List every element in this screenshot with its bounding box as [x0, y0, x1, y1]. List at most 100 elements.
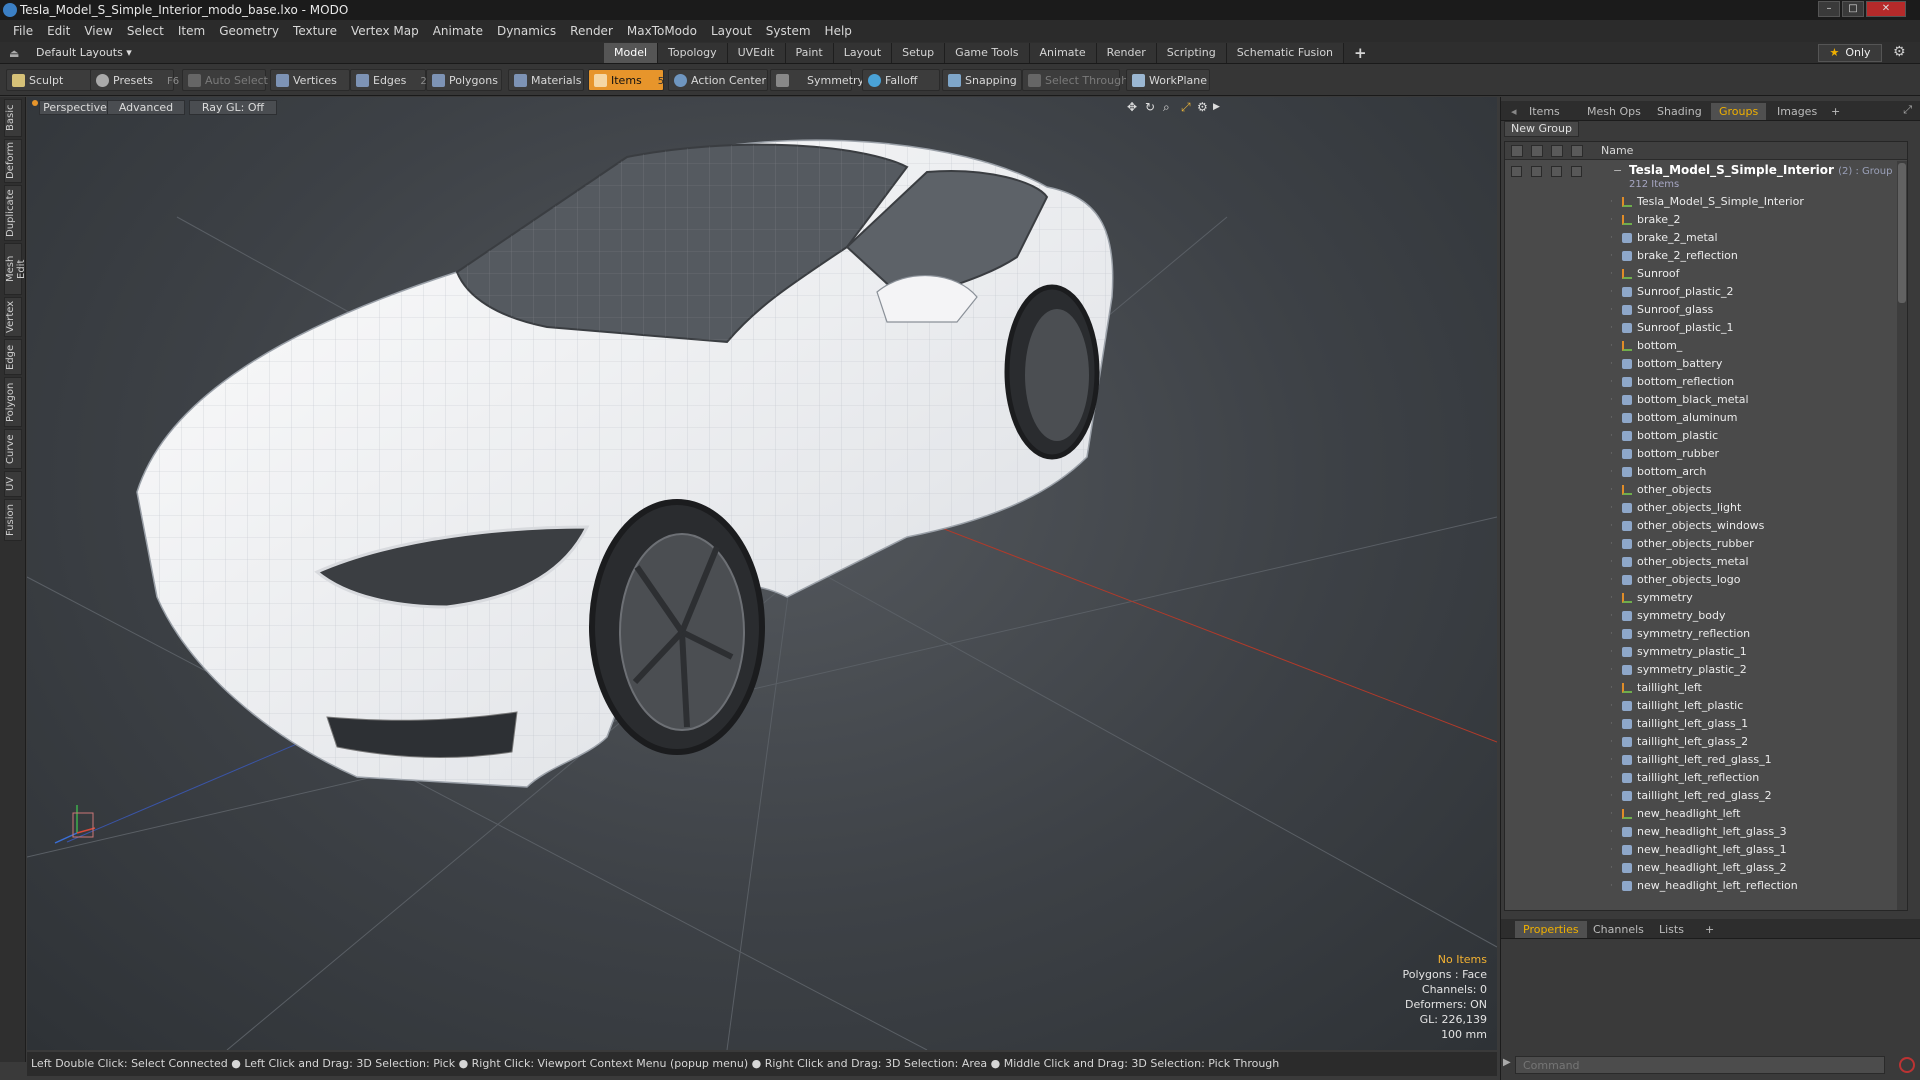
snapping-button[interactable]: Snapping: [942, 69, 1022, 91]
tab-topology[interactable]: Topology: [658, 43, 728, 63]
tree-row[interactable]: · bottom_black_metal: [1505, 391, 1907, 409]
tree-row[interactable]: · taillight_left_glass_2: [1505, 733, 1907, 751]
menu-layout[interactable]: Layout: [704, 24, 759, 38]
command-input[interactable]: [1515, 1056, 1885, 1074]
tree-row[interactable]: · other_objects_rubber: [1505, 535, 1907, 553]
command-arrow-icon[interactable]: ▶: [1503, 1057, 1511, 1068]
panel-tab-images[interactable]: Images: [1769, 103, 1825, 120]
tool-tab-curve[interactable]: Curve: [4, 429, 22, 469]
tree-row[interactable]: · taillight_left_glass_1: [1505, 715, 1907, 733]
tree-row[interactable]: · Sunroof_plastic_2: [1505, 283, 1907, 301]
menu-item[interactable]: Item: [171, 24, 212, 38]
add-tab-button[interactable]: +: [1344, 43, 1377, 63]
panel-tab-shading[interactable]: Shading: [1649, 103, 1710, 120]
stop-icon[interactable]: [1899, 1057, 1915, 1073]
rotate-icon[interactable]: ↻: [1145, 100, 1155, 114]
tab-setup[interactable]: Setup: [892, 43, 946, 63]
workplane-button[interactable]: WorkPlane: [1126, 69, 1210, 91]
tree-row[interactable]: · taillight_left_red_glass_1: [1505, 751, 1907, 769]
tree-row[interactable]: · new_headlight_left: [1505, 805, 1907, 823]
tool-tab-fusion[interactable]: Fusion: [4, 499, 22, 541]
panel-add-tab-button[interactable]: +: [1823, 103, 1848, 120]
tab-model[interactable]: Model: [604, 43, 659, 63]
tree-row[interactable]: · Sunroof: [1505, 265, 1907, 283]
render-toggle-icon[interactable]: [1531, 166, 1542, 177]
pan-icon[interactable]: ✥: [1127, 100, 1137, 114]
tree-row[interactable]: · symmetry: [1505, 589, 1907, 607]
items-button[interactable]: Items 5: [588, 69, 664, 91]
tool-tab-deform[interactable]: Deform: [4, 139, 22, 183]
menu-animate[interactable]: Animate: [426, 24, 490, 38]
tree-row[interactable]: · bottom_plastic: [1505, 427, 1907, 445]
tree-row[interactable]: · new_headlight_left_glass_2: [1505, 859, 1907, 877]
sculpt-button[interactable]: Sculpt: [6, 69, 92, 91]
tree-row[interactable]: · Tesla_Model_S_Simple_Interior: [1505, 193, 1907, 211]
menu-geometry[interactable]: Geometry: [212, 24, 286, 38]
tab-uvedit[interactable]: UVEdit: [727, 43, 786, 63]
tree-row[interactable]: · new_headlight_left_glass_3: [1505, 823, 1907, 841]
falloff-button[interactable]: Falloff: [862, 69, 940, 91]
menu-render[interactable]: Render: [563, 24, 620, 38]
tree-row[interactable]: · other_objects_light: [1505, 499, 1907, 517]
tree-row[interactable]: · bottom_reflection: [1505, 373, 1907, 391]
edges-button[interactable]: Edges 2: [350, 69, 427, 91]
tree-row[interactable]: · other_objects: [1505, 481, 1907, 499]
tree-row[interactable]: · new_headlight_left_glass_1: [1505, 841, 1907, 859]
maximize-button[interactable]: □: [1842, 1, 1864, 17]
only-button[interactable]: ★ Only: [1818, 44, 1882, 62]
tree-row[interactable]: · bottom_: [1505, 337, 1907, 355]
tree-row[interactable]: · symmetry_plastic_1: [1505, 643, 1907, 661]
symmetry-button[interactable]: Symmetry: [770, 69, 864, 91]
view-type-dropdown[interactable]: Perspective: [39, 100, 111, 115]
tree-row[interactable]: · symmetry_plastic_2: [1505, 661, 1907, 679]
tree-scrollbar-thumb[interactable]: [1898, 163, 1906, 303]
menu-vertex-map[interactable]: Vertex Map: [344, 24, 426, 38]
lock-column-icon[interactable]: [1551, 145, 1563, 157]
gear-icon[interactable]: ⚙: [1893, 44, 1906, 60]
presets-button[interactable]: Presets F6: [90, 69, 179, 91]
tree-row[interactable]: · brake_2_reflection: [1505, 247, 1907, 265]
tree-row[interactable]: · symmetry_reflection: [1505, 625, 1907, 643]
menu-file[interactable]: File: [6, 24, 40, 38]
default-layouts-dropdown[interactable]: Default Layouts ▾: [0, 42, 132, 64]
menu-edit[interactable]: Edit: [40, 24, 77, 38]
select-through-button[interactable]: Select Through: [1022, 69, 1128, 91]
menu-texture[interactable]: Texture: [286, 24, 344, 38]
tree-scrollbar[interactable]: [1897, 161, 1907, 910]
vertices-button[interactable]: Vertices1: [270, 69, 355, 91]
render-column-icon[interactable]: [1531, 145, 1543, 157]
menu-select[interactable]: Select: [120, 24, 171, 38]
panel-tab-mesh-ops[interactable]: Mesh Ops: [1579, 103, 1649, 120]
tab-animate[interactable]: Animate: [1029, 43, 1097, 63]
menu-view[interactable]: View: [77, 24, 119, 38]
tab-game-tools[interactable]: Game Tools: [945, 43, 1030, 63]
panel-expand-icon[interactable]: ⤢: [1903, 103, 1912, 117]
viewport-gear-icon[interactable]: ⚙: [1197, 100, 1208, 114]
menu-system[interactable]: System: [759, 24, 818, 38]
tab-scripting[interactable]: Scripting: [1156, 43, 1227, 63]
action-center-button[interactable]: Action Center: [668, 69, 768, 91]
tree-row[interactable]: · symmetry_body: [1505, 607, 1907, 625]
panel-tab-channels[interactable]: Channels: [1585, 921, 1652, 938]
tree-row[interactable]: · taillight_left_red_glass_2: [1505, 787, 1907, 805]
expand-toggle-icon[interactable]: −: [1613, 162, 1622, 180]
tab-schematic-fusion[interactable]: Schematic Fusion: [1226, 43, 1345, 63]
lock-toggle-icon[interactable]: [1551, 166, 1562, 177]
tree-row[interactable]: · other_objects_metal: [1505, 553, 1907, 571]
menu-dynamics[interactable]: Dynamics: [490, 24, 563, 38]
name-column-header[interactable]: Name: [1601, 144, 1633, 157]
tree-row[interactable]: · bottom_arch: [1505, 463, 1907, 481]
panel-add-tab-button[interactable]: +: [1697, 921, 1722, 938]
zoom-icon[interactable]: ⌕: [1163, 100, 1170, 115]
visibility-column-icon[interactable]: [1511, 145, 1523, 157]
minimize-button[interactable]: –: [1818, 1, 1840, 17]
tool-tab-duplicate[interactable]: Duplicate: [4, 185, 22, 241]
tab-paint[interactable]: Paint: [785, 43, 834, 63]
tree-row[interactable]: · other_objects_windows: [1505, 517, 1907, 535]
tree-row[interactable]: · Sunroof_plastic_1: [1505, 319, 1907, 337]
tree-row[interactable]: · other_objects_logo: [1505, 571, 1907, 589]
tool-tab-polygon[interactable]: Polygon: [4, 377, 22, 427]
viewport-expand-icon[interactable]: ▶: [1213, 102, 1220, 112]
panel-tab-items[interactable]: Items: [1521, 103, 1568, 120]
select-toggle-icon[interactable]: [1571, 166, 1582, 177]
